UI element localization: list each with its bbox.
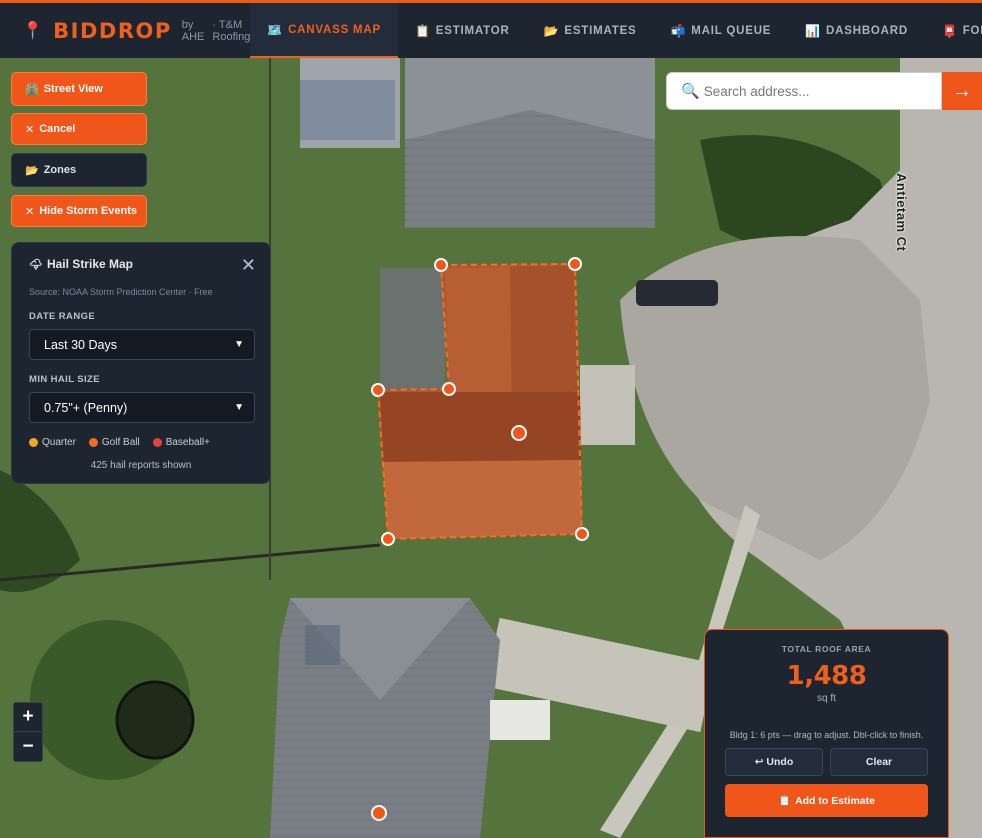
- street-label: Antietam Ct: [894, 173, 909, 252]
- tab-canvass-map[interactable]: 🗺️ CANVASS MAP: [250, 3, 398, 58]
- search-input[interactable]: [703, 83, 924, 99]
- brand: 📍 BIDDROP by AHE · T&M Roofing: [0, 3, 250, 58]
- min-hail-size-label: MIN HAIL SIZE: [29, 374, 100, 385]
- legend-label: Golf Ball: [101, 437, 140, 448]
- legend-dot: [88, 438, 98, 447]
- hail-report-count: 425 hail reports shown: [90, 460, 192, 471]
- street-view-button[interactable]: 🛣️ Street View: [11, 72, 147, 106]
- tab-mail-queue[interactable]: 📬 MAIL QUEUE: [654, 3, 789, 58]
- mailbox-icon: 📬: [670, 23, 687, 38]
- tab-label: FOLL: [962, 24, 982, 37]
- button-label: Add to Estimate: [795, 794, 875, 807]
- tab-estimator[interactable]: 📋 ESTIMATOR: [398, 3, 527, 58]
- area-hint: Bldg 1: 6 pts — drag to adjust. Dbl-clic…: [729, 730, 924, 740]
- legend-item-golf-ball: Golf Ball: [88, 437, 140, 448]
- hide-storm-events-button[interactable]: ✕ Hide Storm Events: [11, 195, 147, 227]
- zoom-out-button[interactable]: −: [14, 732, 42, 761]
- add-to-estimate-button[interactable]: 📋 Add to Estimate: [725, 784, 928, 817]
- top-navigation-bar: 📍 BIDDROP by AHE · T&M Roofing 🗺️ CANVAS…: [0, 0, 982, 58]
- chevron-down-icon: ▼: [234, 402, 244, 413]
- tab-label: ESTIMATES: [564, 24, 637, 37]
- cancel-button[interactable]: ✕ Cancel: [11, 113, 147, 145]
- undo-button[interactable]: ↩ Undo: [725, 748, 823, 776]
- tab-label: DASHBOARD: [826, 24, 908, 37]
- tab-estimates[interactable]: 📂 ESTIMATES: [527, 3, 654, 58]
- close-icon: ✕: [25, 123, 35, 136]
- hail-legend: Quarter Golf Ball Baseball+: [29, 437, 253, 448]
- hail-panel-title: 🌩 Hail Strike Map: [29, 257, 253, 271]
- tab-label: CANVASS MAP: [288, 23, 381, 36]
- zoom-in-button[interactable]: +: [14, 703, 42, 732]
- tab-dashboard[interactable]: 📊 DASHBOARD: [788, 3, 925, 58]
- close-icon[interactable]: ✕: [241, 255, 256, 276]
- folder-icon: 📂: [25, 164, 39, 177]
- select-value: Last 30 Days: [44, 337, 117, 352]
- map-icon: 🗺️: [267, 22, 284, 37]
- clipboard-icon: 📋: [415, 23, 431, 38]
- area-value: 1,488: [786, 661, 867, 691]
- zones-button[interactable]: 📂 Zones: [11, 153, 147, 187]
- hail-source: Source: NOAA Storm Prediction Center · F…: [29, 287, 213, 297]
- legend-label: Quarter: [42, 437, 76, 448]
- select-value: 0.75"+ (Penny): [44, 400, 128, 415]
- folder-icon: 📂: [543, 23, 560, 38]
- clear-button[interactable]: Clear: [830, 748, 928, 776]
- date-range-select[interactable]: Last 30 Days ▼: [29, 329, 255, 360]
- clipboard-icon: 📋: [777, 795, 792, 807]
- pin-icon: 📍: [22, 20, 44, 40]
- min-hail-size-select[interactable]: 0.75"+ (Penny) ▼: [29, 392, 255, 423]
- legend-dot: [152, 438, 162, 447]
- roof-area-panel: TOTAL ROOF AREA 1,488 sq ft Bldg 1: 6 pt…: [704, 629, 949, 838]
- date-range-label: DATE RANGE: [29, 311, 96, 322]
- arrow-right-icon: →: [952, 79, 972, 102]
- close-icon: ✕: [25, 205, 35, 218]
- tab-label: ESTIMATOR: [435, 24, 510, 37]
- button-label: Hide Storm Events: [39, 205, 138, 217]
- postbox-icon: 📮: [941, 23, 958, 38]
- hail-strike-panel: 🌩 Hail Strike Map ✕ Source: NOAA Storm P…: [11, 242, 271, 484]
- legend-label: Baseball+: [165, 437, 210, 448]
- nav-tabs: 🗺️ CANVASS MAP 📋 ESTIMATOR 📂 ESTIMATES 📬…: [250, 3, 982, 58]
- chevron-down-icon: ▼: [234, 339, 244, 350]
- legend-item-baseball: Baseball+: [152, 437, 210, 448]
- chart-icon: 📊: [805, 23, 822, 38]
- search-icon: 🔍: [681, 83, 700, 100]
- search-box: 🔍: [666, 72, 942, 110]
- brand-name: BIDDROP: [53, 18, 172, 43]
- address-search: 🔍 →: [666, 72, 982, 110]
- brand-company: · T&M Roofing: [212, 18, 251, 43]
- street-icon: 🛣️: [25, 83, 39, 96]
- title-text: Hail Strike Map: [46, 257, 133, 271]
- area-unit: sq ft: [817, 693, 836, 704]
- button-label: Zones: [43, 164, 77, 176]
- legend-item-quarter: Quarter: [29, 437, 76, 448]
- area-label: TOTAL ROOF AREA: [781, 644, 872, 654]
- brand-by: by AHE: [181, 18, 205, 43]
- tab-follow-up[interactable]: 📮 FOLL: [925, 3, 982, 58]
- storm-icon: 🌩: [29, 258, 43, 271]
- area-actions: ↩ Undo Clear: [725, 748, 928, 776]
- button-label: Cancel: [39, 123, 76, 135]
- search-go-button[interactable]: →: [942, 72, 982, 110]
- button-label: Street View: [43, 83, 103, 95]
- legend-dot: [29, 438, 38, 447]
- zoom-control: + −: [13, 702, 43, 762]
- tab-label: MAIL QUEUE: [691, 24, 772, 37]
